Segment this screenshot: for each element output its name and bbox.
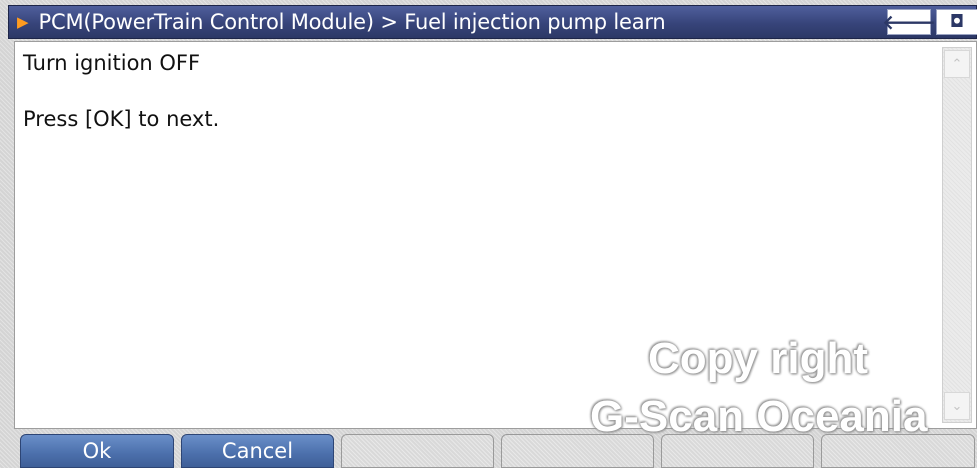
camera-icon: ◘	[949, 12, 965, 32]
ok-button[interactable]: Ok	[20, 434, 174, 468]
watermark-line: G-Scan Oceania	[590, 392, 928, 441]
function-button-3[interactable]	[341, 434, 494, 468]
back-arrow-icon: 🡐	[882, 10, 936, 34]
scroll-up-button[interactable]: ⌃	[944, 50, 970, 78]
screenshot-button[interactable]: ◘	[936, 9, 977, 35]
chevron-up-icon: ⌃	[951, 56, 963, 72]
instruction-line: Turn ignition OFF	[23, 51, 201, 75]
cancel-button[interactable]: Cancel	[181, 434, 334, 468]
scroll-down-button[interactable]: ⌄	[944, 392, 970, 420]
triangle-right-icon: ▶	[17, 13, 29, 31]
back-button[interactable]: 🡐	[882, 9, 936, 35]
page-title: PCM(PowerTrain Control Module) > Fuel in…	[38, 10, 666, 34]
title-bar: ▶ PCM(PowerTrain Control Module) > Fuel …	[8, 5, 977, 39]
chevron-down-icon: ⌄	[951, 398, 963, 414]
vertical-scrollbar[interactable]: ⌃ ⌄	[942, 47, 972, 423]
watermark-line: Copy right	[648, 334, 868, 383]
instruction-line: Press [OK] to next.	[23, 107, 220, 131]
